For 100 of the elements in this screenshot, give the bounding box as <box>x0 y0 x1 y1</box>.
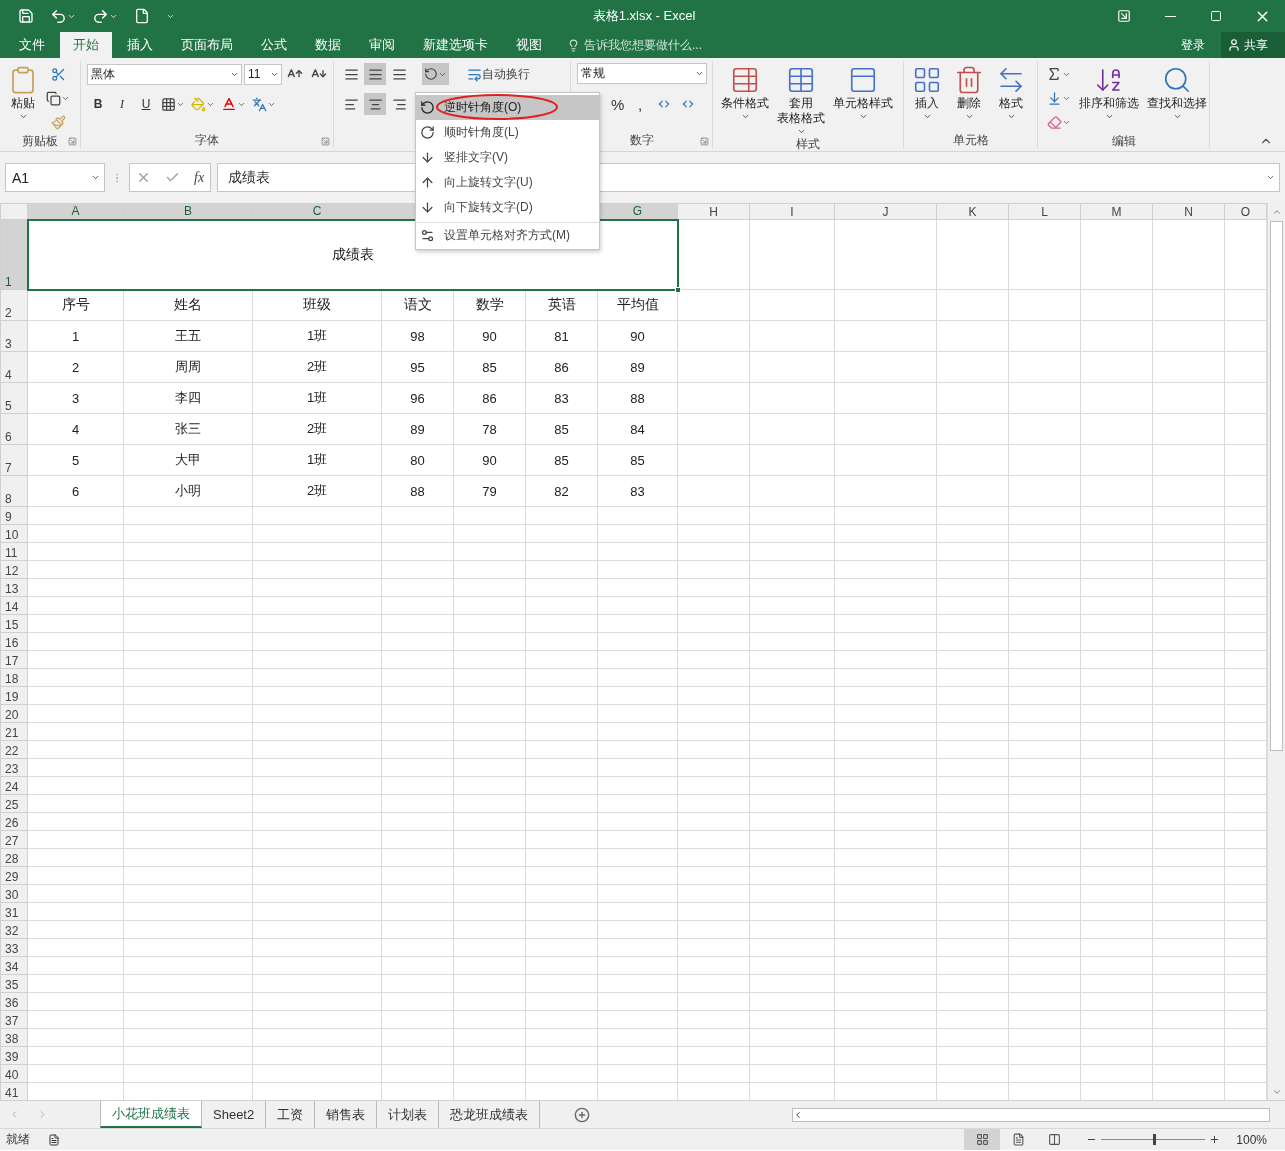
launcher-icon <box>321 137 330 146</box>
column-header[interactable]: L <box>1008 203 1081 220</box>
ribbon-button[interactable]: 条件格式 <box>719 63 771 136</box>
number-format-button[interactable]: % <box>605 93 627 115</box>
ribbon-tab[interactable]: 审阅 <box>356 32 408 58</box>
row-header[interactable]: 5 <box>0 382 28 414</box>
column-header[interactable]: N <box>1152 203 1225 220</box>
menu-item[interactable]: 顺时针角度(L) <box>416 120 599 145</box>
ribbon-button[interactable]: 查找和选择 <box>1145 63 1209 133</box>
scrollbar-thumb[interactable] <box>1270 221 1283 751</box>
ribbon-tab[interactable]: 新建选项卡 <box>410 32 501 58</box>
table-cell: 82 <box>525 475 598 507</box>
table-cell: 小明 <box>123 475 253 507</box>
grid-icon <box>161 96 176 112</box>
paste-button[interactable]: 粘贴 <box>6 63 40 133</box>
table-cell: 95 <box>381 351 454 383</box>
ribbon-button[interactable]: 排序和筛选 <box>1077 63 1141 133</box>
table-cell: 98 <box>381 320 454 352</box>
column-header[interactable]: C <box>252 203 382 220</box>
ribbon-button[interactable]: 单元格样式 <box>831 63 895 136</box>
ribbon-tab[interactable]: 页面布局 <box>168 32 246 58</box>
font-style-button[interactable]: B <box>87 93 109 115</box>
table-cell: 83 <box>525 382 598 414</box>
font-size-select[interactable]: 11 <box>244 63 282 85</box>
ribbon-button[interactable]: 插入 <box>910 63 944 132</box>
font-style-button[interactable]: U <box>135 93 157 115</box>
zoom-thumb[interactable] <box>1153 1134 1157 1145</box>
launcher-icon <box>700 137 709 146</box>
ribbon-button[interactable]: 删除 <box>952 63 986 132</box>
ribbon-tab[interactable]: 公式 <box>248 32 300 58</box>
ribbon-button[interactable]: 套用 表格格式 <box>775 63 827 136</box>
table-cell: 序号 <box>27 289 124 321</box>
scissors-icon <box>50 66 66 82</box>
column-header[interactable]: G <box>597 203 678 220</box>
caret-icon <box>858 112 868 121</box>
lightbulb-icon <box>567 38 580 52</box>
column-header[interactable]: K <box>936 203 1009 220</box>
align-lines-icon <box>343 66 359 82</box>
ribbon-tab[interactable]: 文件 <box>6 32 58 58</box>
table-cell: 89 <box>597 351 678 383</box>
table-cell: 大甲 <box>123 444 253 476</box>
column-header[interactable]: A <box>27 203 124 220</box>
column-header[interactable]: H <box>677 203 750 220</box>
insert-function-button[interactable]: fx <box>194 169 205 186</box>
column-header[interactable]: I <box>749 203 835 220</box>
row-header[interactable]: 1 <box>0 219 28 290</box>
table-cell: 6 <box>27 475 124 507</box>
row-header[interactable]: 8 <box>0 475 28 507</box>
horizontal-scrollbar[interactable] <box>792 1107 1270 1122</box>
table-cell: 3 <box>27 382 124 414</box>
chevron-left-icon <box>793 1109 803 1120</box>
sheet-tab[interactable]: 小花班成绩表 <box>100 1101 202 1128</box>
normal-view-button[interactable] <box>964 1129 1001 1150</box>
table-cell: 89 <box>381 413 454 445</box>
ribbon-tab[interactable]: 视图 <box>503 32 555 58</box>
row-header[interactable]: 7 <box>0 444 28 476</box>
ribbon-tab[interactable]: 数据 <box>302 32 354 58</box>
caret-icon <box>1172 112 1182 121</box>
table-cell: 2班 <box>252 475 382 507</box>
row-header[interactable]: 6 <box>0 413 28 445</box>
align-center-button[interactable] <box>364 93 386 115</box>
fill-handle[interactable] <box>674 286 681 293</box>
align-lines-icon <box>367 66 383 82</box>
share-button[interactable]: 共享 <box>1221 32 1285 58</box>
table-cell: 78 <box>453 413 526 445</box>
login-link[interactable]: 登录 <box>1175 32 1211 58</box>
font-style-button[interactable]: I <box>111 93 133 115</box>
column-header[interactable]: B <box>123 203 253 220</box>
menu-item[interactable]: 设置单元格对齐方式(M) <box>416 222 599 247</box>
zoom-level[interactable]: 100% <box>1236 1132 1267 1147</box>
tell-me-field[interactable]: 告诉我您想要做什么... <box>584 36 702 54</box>
orientation-button[interactable] <box>422 63 449 85</box>
wrap-text-button[interactable]: 自动换行 <box>465 63 532 85</box>
menu-item[interactable]: 逆时针角度(O) <box>416 95 599 120</box>
font-name-select[interactable]: 黑体 <box>87 63 242 85</box>
menu-item[interactable]: 向上旋转文字(U) <box>416 170 599 195</box>
row-header[interactable]: 3 <box>0 320 28 352</box>
copy-icon <box>46 90 61 106</box>
ribbon-tab[interactable]: 插入 <box>114 32 166 58</box>
menu-item[interactable]: 向下旋转文字(D) <box>416 195 599 220</box>
column-header[interactable]: J <box>834 203 937 220</box>
ribbon-tab[interactable]: 开始 <box>60 32 112 58</box>
table-cell: 英语 <box>525 289 598 321</box>
name-box[interactable]: A1 <box>5 163 105 192</box>
column-header[interactable]: O <box>1224 203 1267 220</box>
row-header[interactable]: 4 <box>0 351 28 383</box>
number-format-select[interactable]: 常规 <box>577 63 707 84</box>
number-format-button[interactable]: , <box>629 93 651 115</box>
row-header[interactable]: 2 <box>0 289 28 321</box>
table-cell: 85 <box>453 351 526 383</box>
vertical-align-button[interactable] <box>364 63 386 85</box>
column-header[interactable]: M <box>1080 203 1153 220</box>
ribbon-button[interactable]: 格式 <box>994 63 1028 132</box>
chevrons-icon <box>681 97 695 111</box>
arrow-down-icon <box>420 150 435 165</box>
rotate-left-icon <box>424 67 438 81</box>
menu-item[interactable]: 竖排文字(V) <box>416 145 599 170</box>
zoom-in-icon[interactable] <box>1209 1134 1221 1145</box>
table-cell: 90 <box>453 320 526 352</box>
caret-icon <box>18 112 28 121</box>
